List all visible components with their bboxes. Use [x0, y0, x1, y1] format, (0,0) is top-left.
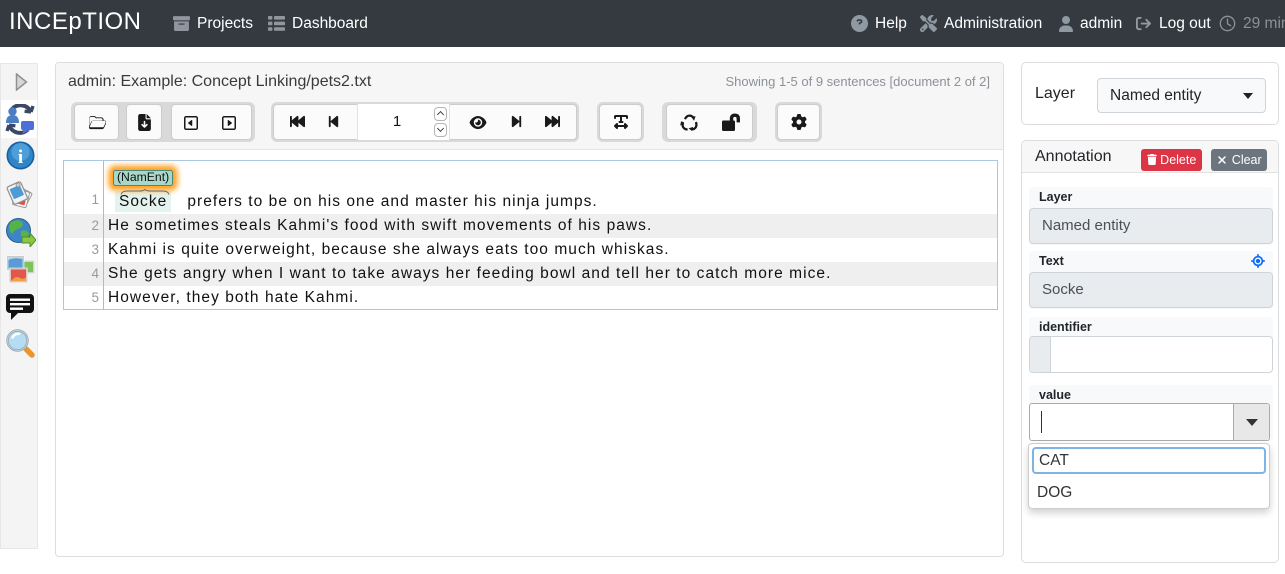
svg-text:i: i: [18, 147, 23, 168]
